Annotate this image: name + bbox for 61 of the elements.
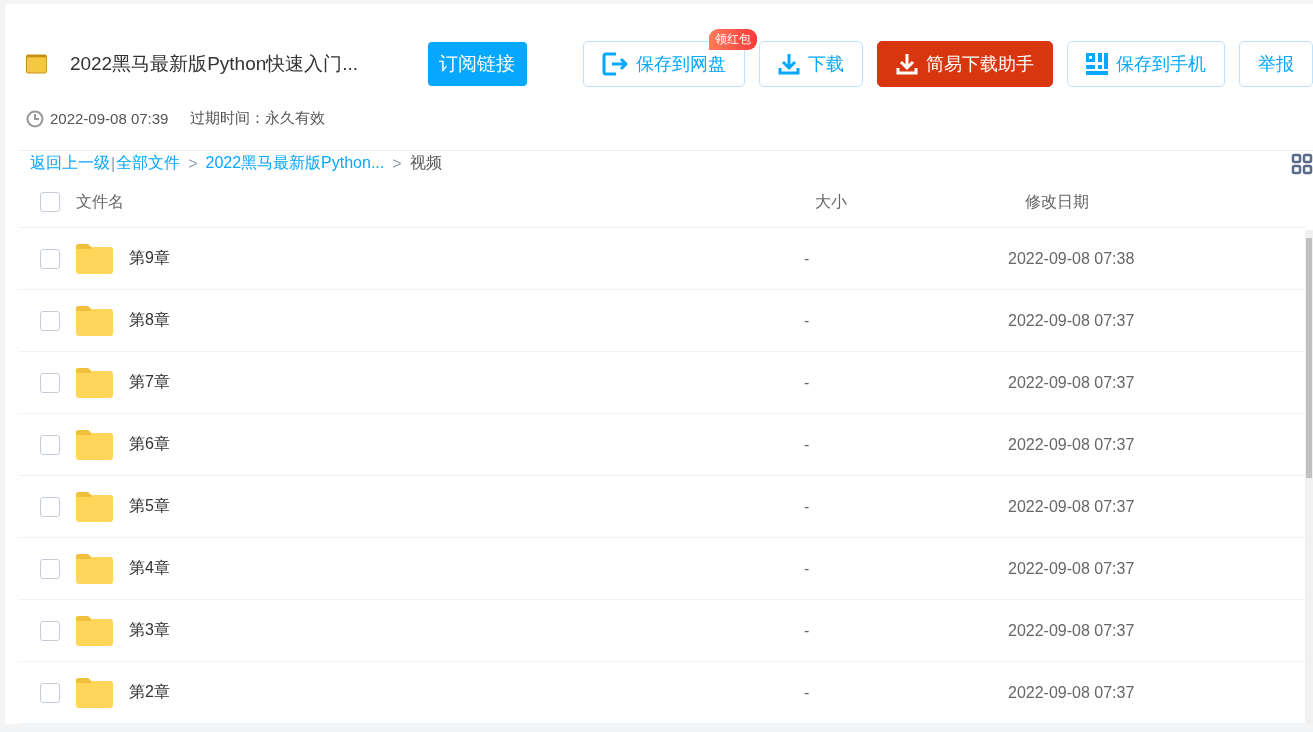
download-icon (778, 53, 800, 75)
separator: | (111, 154, 116, 173)
size-cell-text: - (804, 497, 811, 516)
date-cell-text: 2022-09-08 07:37 (1008, 621, 1136, 640)
size-cell-text: - (804, 435, 811, 454)
scrollbar[interactable] (1305, 230, 1313, 724)
size-cell-text: - (804, 559, 811, 578)
column-header: 大小 (815, 191, 848, 212)
folder-icon (26, 54, 47, 74)
folder-name[interactable]: 第8章 (129, 310, 170, 331)
export-icon (602, 52, 628, 76)
expiry-text: 过期时间：永久有效 (190, 109, 326, 128)
row-checkbox[interactable] (40, 372, 60, 393)
folder-name[interactable]: 第7章 (129, 372, 170, 393)
size-cell-text: - (804, 621, 811, 640)
column-header: 修改日期 (1025, 191, 1090, 212)
folder-icon (76, 367, 113, 398)
folder-icon (76, 553, 113, 584)
share-title: 2022黑马最新版Python快速入门... (69, 52, 360, 76)
row-checkbox[interactable] (40, 434, 60, 455)
column-header: 文件名 (76, 191, 125, 212)
clock-icon (26, 109, 44, 128)
date-cell-text: 2022-09-08 07:37 (1008, 497, 1136, 516)
breadcrumb-arrow: > (392, 154, 402, 173)
date-cell-text: 2022-09-08 07:37 (1008, 373, 1136, 392)
breadcrumb-arrow: > (188, 154, 198, 173)
folder-icon (76, 491, 113, 522)
folder-name[interactable]: 第5章 (129, 496, 170, 517)
row-checkbox[interactable] (40, 496, 60, 517)
size-cell-text: - (804, 683, 811, 702)
folder-icon (76, 429, 113, 460)
date-cell-text: 2022-09-08 07:37 (1008, 311, 1136, 330)
size-cell-text: - (804, 249, 811, 268)
grid-view-icon[interactable] (1291, 152, 1313, 175)
date-cell-text: 2022-09-08 07:37 (1008, 683, 1136, 702)
qr-code-icon (1086, 53, 1108, 75)
row-checkbox[interactable] (40, 620, 60, 641)
folder-name[interactable]: 第9章 (129, 248, 170, 269)
folder-name[interactable]: 第2章 (129, 682, 170, 703)
row-checkbox[interactable] (40, 558, 60, 579)
folder-icon (76, 615, 113, 646)
folder-icon (76, 243, 113, 274)
folder-name[interactable]: 第4章 (129, 558, 170, 579)
share-date: 2022-09-08 07:39 (50, 110, 169, 127)
promo-badge: 领红包 (709, 29, 757, 50)
breadcrumb-link[interactable]: 视频 (409, 153, 442, 175)
folder-name[interactable]: 第6章 (129, 434, 170, 455)
date-cell-text: 2022-09-08 07:38 (1008, 249, 1136, 268)
size-cell-text: - (804, 373, 811, 392)
helper-button[interactable]: 简易下载助手 (877, 41, 1053, 87)
download-icon (896, 53, 918, 75)
folder-icon (76, 305, 113, 336)
row-checkbox[interactable] (40, 310, 60, 331)
date-cell-text: 2022-09-08 07:37 (1008, 559, 1136, 578)
folder-icon (76, 677, 113, 708)
row-checkbox[interactable] (40, 682, 60, 703)
select-all-checkbox[interactable] (40, 192, 60, 212)
size-cell-text: - (804, 311, 811, 330)
date-cell-text: 2022-09-08 07:37 (1008, 435, 1136, 454)
row-checkbox[interactable] (40, 248, 60, 269)
folder-name[interactable]: 第3章 (129, 620, 170, 641)
